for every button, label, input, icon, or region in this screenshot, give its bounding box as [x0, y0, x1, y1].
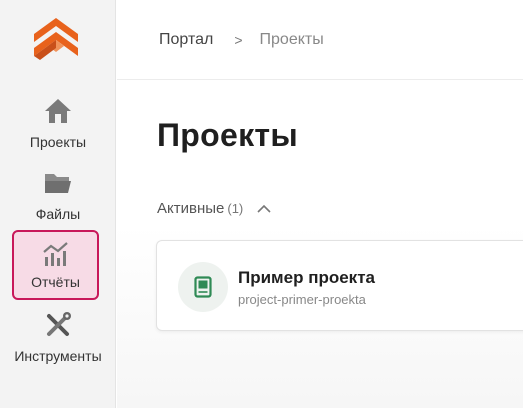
folder-icon — [45, 174, 71, 193]
sidebar-item-files[interactable]: Файлы — [0, 168, 116, 222]
sidebar: Проекты Файлы Отчёты Инструменты — [0, 0, 116, 408]
tools-icon — [47, 312, 71, 336]
sidebar-item-reports[interactable]: Отчёты — [12, 230, 99, 300]
sidebar-item-projects[interactable]: Проекты — [0, 96, 116, 150]
sidebar-item-label: Отчёты — [31, 274, 80, 290]
sidebar-item-tools[interactable]: Инструменты — [0, 310, 116, 364]
book-icon — [194, 276, 212, 298]
breadcrumb-separator: > — [234, 32, 243, 48]
breadcrumb-current: Проекты — [259, 31, 324, 48]
logo-icon[interactable] — [30, 16, 82, 66]
breadcrumb-root-link[interactable]: Портал — [159, 31, 213, 49]
project-card[interactable]: Пример проекта project-primer-proekta — [156, 240, 523, 331]
project-avatar — [178, 262, 228, 312]
chart-icon — [42, 242, 68, 266]
active-section-header: Активные (1) — [157, 200, 273, 217]
top-bar: Портал > Проекты — [117, 0, 523, 80]
main-content: Портал > Проекты Проекты Активные (1) Пр… — [117, 0, 523, 408]
breadcrumb: Портал > Проекты — [159, 31, 324, 49]
home-icon — [45, 99, 71, 123]
sidebar-item-label: Проекты — [29, 134, 87, 150]
collapse-section-button[interactable] — [255, 201, 273, 217]
sidebar-item-label: Инструменты — [14, 348, 102, 364]
project-slug: project-primer-proekta — [238, 292, 366, 307]
project-name: Пример проекта — [238, 268, 375, 287]
sidebar-item-label: Файлы — [35, 206, 81, 222]
section-label: Активные — [157, 200, 225, 217]
section-count: (1) — [227, 201, 244, 216]
page-title: Проекты — [157, 117, 299, 153]
chevron-up-icon — [257, 204, 271, 213]
